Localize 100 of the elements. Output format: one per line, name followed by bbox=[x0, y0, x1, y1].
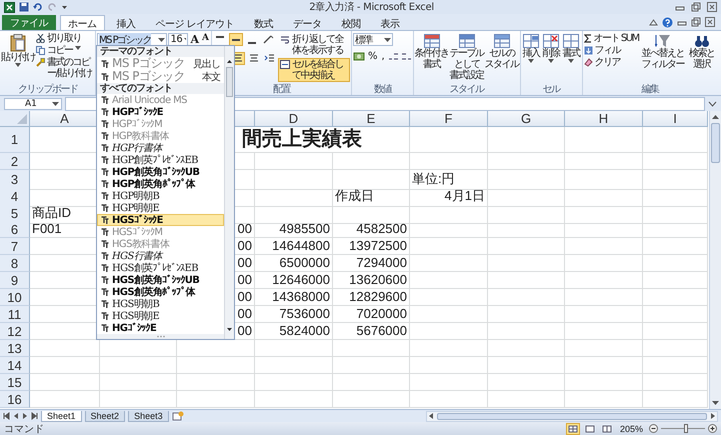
copy-button[interactable]: コピー bbox=[36, 45, 97, 56]
cut-button[interactable]: 切り取り bbox=[36, 33, 97, 44]
previous-sheet-icon[interactable] bbox=[13, 412, 19, 420]
file-tab[interactable]: ファイル bbox=[2, 15, 56, 30]
font-option[interactable]: HGP明朝E bbox=[97, 202, 224, 214]
font-name-field[interactable]: MS Pゴシック bbox=[97, 33, 168, 46]
cells-button[interactable]: 書式 bbox=[562, 33, 581, 84]
row-header[interactable]: 11 bbox=[0, 306, 30, 323]
font-option[interactable]: HGP創英角ｺﾞｼｯｸUB bbox=[97, 166, 224, 178]
scroll-down-icon[interactable] bbox=[226, 326, 233, 333]
row-header[interactable]: 9 bbox=[0, 272, 30, 289]
scroll-up-icon[interactable] bbox=[711, 113, 720, 121]
view-mode-icon[interactable] bbox=[582, 422, 597, 434]
zoom-slider-thumb[interactable] bbox=[684, 424, 688, 433]
decrease-decimal-icon[interactable] bbox=[400, 51, 412, 62]
scroll-thumb[interactable] bbox=[711, 123, 720, 163]
ribbon-tab[interactable]: ホーム bbox=[60, 15, 104, 30]
first-sheet-icon[interactable] bbox=[3, 412, 10, 420]
zoom-level[interactable]: 205% bbox=[620, 424, 643, 434]
sheet-tab[interactable]: Sheet2 bbox=[84, 410, 126, 422]
sort-filter-button[interactable]: 並べ替えと フィルター bbox=[640, 33, 686, 84]
font-option[interactable]: HGP創英角ﾎﾟｯﾌﾟ体 bbox=[97, 178, 224, 190]
cells-button[interactable]: 挿入 bbox=[522, 33, 541, 84]
shrink-font-button[interactable]: A bbox=[201, 33, 210, 43]
row-header[interactable]: 1 bbox=[0, 127, 30, 153]
style-button[interactable]: テーブルとして 書式設定 bbox=[450, 33, 484, 84]
save-icon[interactable] bbox=[19, 2, 29, 12]
fill-button[interactable]: フィル bbox=[584, 45, 639, 56]
increase-decimal-icon[interactable] bbox=[388, 51, 399, 62]
ribbon-tab[interactable]: 校閲 bbox=[334, 15, 369, 30]
row-header[interactable]: 12 bbox=[0, 323, 30, 340]
dropdown-scrollbar[interactable] bbox=[224, 46, 234, 339]
scroll-left-icon[interactable] bbox=[427, 412, 435, 420]
style-button[interactable]: セルの スタイル bbox=[484, 33, 519, 84]
collapse-ribbon-icon[interactable] bbox=[649, 18, 658, 26]
column-header[interactable]: F bbox=[410, 111, 488, 127]
scroll-down-icon[interactable] bbox=[711, 399, 720, 407]
zoom-out-icon[interactable] bbox=[649, 424, 658, 433]
name-box[interactable]: A1 bbox=[4, 98, 62, 110]
column-header[interactable]: I bbox=[643, 111, 708, 127]
scroll-thumb[interactable] bbox=[226, 67, 233, 97]
font-option[interactable]: MS Pゴシック 本文 bbox=[97, 70, 224, 83]
column-header[interactable]: E bbox=[333, 111, 410, 127]
close-icon[interactable] bbox=[705, 17, 715, 27]
font-option[interactable]: HGPｺﾞｼｯｸE bbox=[97, 106, 224, 118]
sheet-tab[interactable]: Sheet1 bbox=[41, 410, 82, 422]
font-size-field[interactable]: 16 bbox=[168, 33, 188, 46]
ribbon-tab[interactable]: データ bbox=[285, 15, 330, 30]
ribbon-tab[interactable]: ページ レイアウト bbox=[148, 15, 242, 30]
undo-icon[interactable] bbox=[33, 2, 43, 12]
font-option[interactable]: HGSｺﾞｼｯｸE bbox=[97, 214, 224, 226]
vertical-align-icon[interactable] bbox=[229, 33, 243, 46]
vertical-scrollbar[interactable] bbox=[709, 111, 721, 409]
font-option[interactable]: HGP行書体 bbox=[97, 142, 224, 154]
font-option[interactable]: HGPｺﾞｼｯｸM bbox=[97, 118, 224, 130]
row-header[interactable]: 10 bbox=[0, 289, 30, 306]
comma-button[interactable]: , bbox=[380, 51, 386, 62]
number-format-field[interactable]: 標準 bbox=[353, 33, 393, 46]
horizontal-scrollbar[interactable] bbox=[426, 410, 718, 422]
font-option[interactable]: HGP明朝B bbox=[97, 190, 224, 202]
insert-sheet-icon[interactable] bbox=[172, 411, 184, 421]
merge-center-button[interactable]: セルを結合して中央揃え bbox=[278, 58, 350, 82]
text-orientation-icon[interactable] bbox=[261, 33, 276, 46]
excel-icon[interactable] bbox=[4, 2, 15, 12]
view-mode-icon[interactable] bbox=[600, 422, 614, 434]
view-mode-icon[interactable] bbox=[566, 422, 580, 434]
resize-grip-icon[interactable] bbox=[156, 335, 166, 338]
percent-button[interactable]: % bbox=[367, 51, 379, 62]
clear-button[interactable]: クリア bbox=[584, 57, 639, 68]
style-button[interactable]: 条件付き 書式 bbox=[414, 33, 449, 84]
last-sheet-icon[interactable] bbox=[31, 412, 38, 420]
row-header[interactable]: 2 bbox=[0, 153, 30, 170]
column-header[interactable]: D bbox=[255, 111, 333, 127]
format-painter-button[interactable]: 書式のコピー/貼り付け bbox=[36, 57, 97, 79]
zoom-in-icon[interactable] bbox=[708, 424, 717, 433]
row-header[interactable]: 15 bbox=[0, 374, 30, 391]
autosum-button[interactable]: オート SUM bbox=[584, 33, 639, 44]
expand-icon[interactable] bbox=[708, 99, 717, 108]
row-header[interactable]: 14 bbox=[0, 357, 30, 374]
find-select-button[interactable]: 検索と 選択 bbox=[686, 33, 717, 84]
wrap-text-button[interactable]: 折り返して全体を表示する bbox=[278, 33, 350, 57]
close-icon[interactable] bbox=[707, 2, 717, 12]
column-header[interactable]: G bbox=[488, 111, 565, 127]
ribbon-tab[interactable]: 表示 bbox=[372, 15, 408, 30]
font-option[interactable]: HGP創英ﾌﾟﾚｾﾞﾝｽEB bbox=[97, 154, 224, 166]
sheet-tab[interactable]: Sheet3 bbox=[128, 410, 169, 422]
scroll-thumb[interactable] bbox=[437, 412, 707, 420]
column-header[interactable]: H bbox=[565, 111, 643, 127]
row-header[interactable]: 16 bbox=[0, 391, 30, 408]
help-icon[interactable] bbox=[662, 16, 673, 28]
row-header[interactable]: 13 bbox=[0, 340, 30, 357]
row-header[interactable]: 6 bbox=[0, 221, 30, 238]
row-header[interactable]: 8 bbox=[0, 255, 30, 272]
scroll-up-icon[interactable] bbox=[226, 58, 233, 65]
currency-icon[interactable] bbox=[353, 51, 365, 62]
font-option[interactable]: HGP教科書体 bbox=[97, 130, 224, 142]
scroll-right-icon[interactable] bbox=[709, 412, 717, 420]
cells-button[interactable]: 削除 bbox=[542, 33, 561, 84]
paste-button[interactable]: 貼り付け bbox=[1, 33, 35, 84]
font-option[interactable]: MS Pゴシック 見出し bbox=[97, 57, 224, 70]
